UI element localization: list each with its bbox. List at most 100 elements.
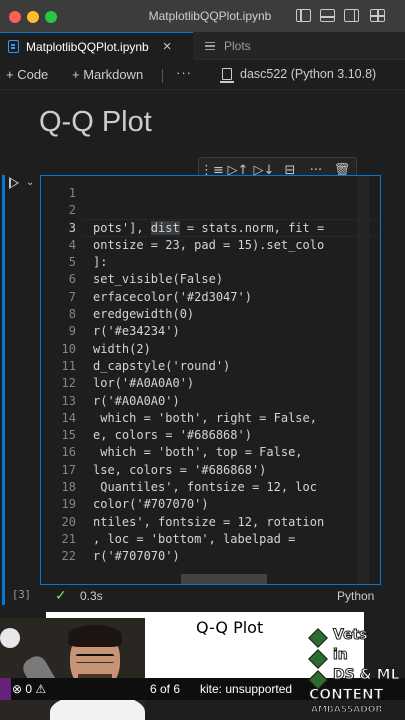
badge-text-ds-ml: DS & ML — [333, 667, 401, 684]
window-title: MatplotlibQQPlot.ipynb — [148, 9, 272, 23]
vertical-scroll-track[interactable] — [357, 176, 369, 584]
code-line[interactable]: set_visible(False) — [93, 271, 369, 288]
line-number: 7 — [68, 289, 76, 304]
code-line[interactable] — [93, 202, 369, 219]
code-line[interactable]: r('#A0A0A0') — [93, 393, 369, 410]
line-number: 17 — [61, 462, 76, 477]
code-line[interactable]: ntiles', fontsize = 12, rotation — [93, 514, 369, 531]
cell-focus-indicator — [2, 175, 5, 605]
tab-notebook[interactable]: MatplotlibQQPlot.ipynb × — [0, 32, 193, 60]
code-area[interactable]: pots'], dist = stats.norm, fit = ontsize … — [93, 185, 369, 566]
toolbar-divider — [162, 69, 163, 83]
plots-icon — [205, 42, 215, 50]
line-number: 12 — [61, 376, 76, 391]
line-number: 6 — [68, 272, 76, 287]
code-line[interactable]: ]: — [93, 254, 369, 271]
code-line[interactable]: ontsize = 23, pad = 15).set_colo — [93, 237, 369, 254]
toggle-panel-icon[interactable] — [320, 9, 335, 22]
badge-text-ambassador: AMBASSADOR — [310, 705, 383, 716]
horizontal-scrollbar[interactable] — [181, 574, 267, 584]
line-number: 19 — [61, 497, 76, 512]
notebook-toolbar: + Code + Markdown ··· dasc522 (Python 3.… — [0, 60, 405, 90]
tab-label: MatplotlibQQPlot.ipynb — [26, 39, 149, 54]
selected-token[interactable]: dist — [150, 220, 180, 235]
close-window-button[interactable] — [9, 11, 21, 23]
problems-indicator[interactable]: ⊗ 0 ⚠ — [12, 682, 46, 696]
line-number: 1 — [68, 186, 76, 200]
notebook-file-icon — [8, 40, 19, 53]
remote-indicator[interactable] — [0, 678, 11, 700]
line-number: 14 — [61, 410, 76, 425]
badge-text-vets: Vets — [333, 627, 369, 644]
close-tab-icon[interactable]: × — [163, 38, 172, 55]
line-number: 3 — [68, 220, 76, 235]
line-number: 16 — [61, 445, 76, 460]
line-number: 22 — [61, 549, 76, 564]
line-number: 13 — [61, 393, 76, 408]
code-line[interactable] — [93, 185, 369, 202]
line-number: 2 — [68, 203, 76, 218]
line-number: 8 — [68, 307, 76, 322]
cell-language[interactable]: Python — [337, 589, 374, 603]
line-number: 4 — [68, 237, 76, 252]
code-line[interactable]: , loc = 'bottom', labelpad = — [93, 531, 369, 548]
code-line[interactable]: eredgewidth(0) — [93, 306, 369, 323]
tab-label: Plots — [224, 39, 251, 53]
code-line[interactable]: e, colors = '#686868') — [93, 427, 369, 444]
code-line[interactable]: lse, colors = '#686868') — [93, 462, 369, 479]
line-number: 21 — [61, 531, 76, 546]
code-line[interactable]: erfacecolor('#2d3047') — [93, 289, 369, 306]
code-line[interactable]: lor('#A0A0A0') — [93, 375, 369, 392]
badge-text-content: CONTENT — [308, 687, 384, 704]
line-number: 9 — [68, 324, 76, 339]
output-plot-title: Q-Q Plot — [196, 618, 264, 637]
run-cell-icon[interactable] — [9, 177, 19, 189]
code-line[interactable]: d_capstyle('round') — [93, 358, 369, 375]
toolbar-more-button[interactable]: ··· — [176, 65, 192, 80]
code-line[interactable]: pots'], dist = stats.norm, fit = — [93, 220, 369, 237]
badge-diamond-icon — [308, 628, 328, 648]
add-markdown-cell-button[interactable]: + Markdown — [72, 67, 143, 82]
kernel-picker[interactable]: dasc522 (Python 3.10.8) — [220, 67, 376, 83]
cell-status-row: [3] ✓ 0.3s Python — [0, 585, 405, 607]
code-line[interactable]: which = 'both', right = False, — [93, 410, 369, 427]
editor-tab-bar: MatplotlibQQPlot.ipynb × Plots ⚙ ··· — [0, 32, 405, 88]
code-line[interactable]: r('#e34234') — [93, 323, 369, 340]
code-line[interactable]: r('#707070') — [93, 548, 369, 565]
content-ambassador-badge: Vets in DS & ML CONTENT AMBASSADOR — [305, 625, 405, 720]
line-number: 10 — [61, 341, 76, 356]
line-number: 5 — [68, 255, 76, 270]
execution-time: 0.3s — [80, 589, 103, 603]
toggle-primary-sidebar-icon[interactable] — [296, 9, 311, 22]
title-bar: MatplotlibQQPlot.ipynb — [0, 0, 405, 32]
tab-plots[interactable]: Plots — [193, 32, 293, 60]
presenter-glasses — [76, 654, 114, 663]
add-code-cell-button[interactable]: + Code — [6, 67, 48, 82]
line-number: 15 — [61, 428, 76, 443]
badge-diamond-icon — [308, 649, 328, 669]
code-line[interactable]: which = 'both', top = False, — [93, 444, 369, 461]
code-line[interactable]: width(2) — [93, 341, 369, 358]
cell-run-area: ⌄ — [0, 175, 40, 605]
presenter-hair — [68, 625, 122, 647]
execution-count: [3] — [12, 589, 31, 601]
code-line-rest: = stats.norm, fit = — [179, 220, 325, 235]
code-line[interactable]: color('#707070') — [93, 496, 369, 513]
maximize-window-button[interactable] — [45, 11, 57, 23]
cell-position-indicator[interactable]: 6 of 6 — [150, 682, 180, 696]
customize-layout-icon[interactable] — [370, 9, 385, 22]
code-line[interactable]: Quantiles', fontsize = 12, loc — [93, 479, 369, 496]
line-number: 11 — [61, 358, 76, 373]
chevron-down-icon[interactable]: ⌄ — [26, 177, 34, 188]
toggle-secondary-sidebar-icon[interactable] — [344, 9, 359, 22]
minimize-window-button[interactable] — [27, 11, 39, 23]
markdown-heading[interactable]: Q-Q Plot — [39, 106, 152, 139]
code-cell-editor[interactable]: 1 2 3 4 5 6 7 8 9 10 11 12 13 14 15 16 17 18 19 20 21 22 pots… — [40, 175, 381, 585]
success-check-icon: ✓ — [55, 587, 67, 603]
line-number: 20 — [61, 514, 76, 529]
ring-light — [0, 628, 20, 648]
webcam-overlay — [0, 618, 145, 720]
line-number: 18 — [61, 480, 76, 495]
kite-status[interactable]: kite: unsupported — [200, 682, 292, 696]
kernel-icon — [220, 68, 234, 83]
